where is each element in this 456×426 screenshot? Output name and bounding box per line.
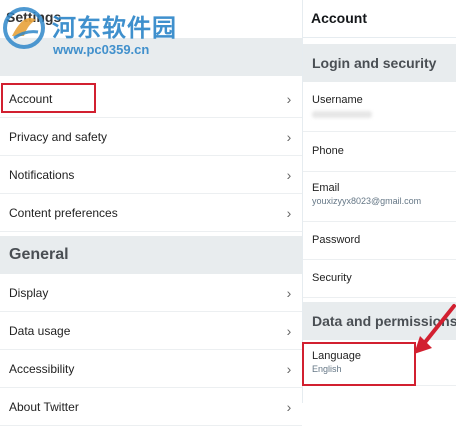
account-panel: Account Login and security Username Phon…: [302, 0, 456, 403]
settings-title: Settings: [6, 9, 62, 25]
section-header-login-security: Login and security: [303, 44, 456, 82]
section-header-general: General: [0, 236, 302, 274]
account-item-username[interactable]: Username: [303, 88, 456, 132]
settings-item-label: Notifications: [9, 167, 75, 182]
username-value-blurred: [312, 111, 372, 118]
chevron-right-icon: ›: [286, 166, 292, 183]
item-label: Email: [312, 182, 340, 194]
settings-item-data-usage[interactable]: Data usage ›: [0, 312, 302, 350]
settings-item-display[interactable]: Display ›: [0, 274, 302, 312]
settings-item-label: Content preferences: [9, 205, 118, 220]
account-item-security[interactable]: Security: [303, 260, 456, 298]
account-item-email[interactable]: Email youxizyyx8023@gmail.com: [303, 172, 456, 222]
settings-item-about[interactable]: About Twitter ›: [0, 388, 302, 426]
chevron-right-icon: ›: [286, 322, 292, 339]
settings-item-label: Accessibility: [9, 361, 75, 376]
account-header: Account: [303, 0, 456, 38]
account-item-phone[interactable]: Phone: [303, 132, 456, 172]
chevron-right-icon: ›: [286, 90, 292, 107]
account-item-language[interactable]: Language English: [303, 344, 456, 386]
email-value: youxizyyx8023@gmail.com: [312, 196, 422, 206]
chevron-right-icon: ›: [286, 204, 292, 221]
item-label: Password: [312, 234, 361, 246]
chevron-right-icon: ›: [286, 128, 292, 145]
chevron-right-icon: ›: [286, 284, 292, 301]
account-title: Account: [311, 10, 367, 26]
settings-item-account[interactable]: Account ›: [0, 80, 302, 118]
account-item-password[interactable]: Password: [303, 222, 456, 260]
chevron-right-icon: ›: [286, 398, 292, 415]
section-header-data-permissions: Data and permissions: [303, 302, 456, 340]
item-label: Language: [312, 350, 361, 362]
chevron-right-icon: ›: [286, 360, 292, 377]
settings-item-privacy[interactable]: Privacy and safety ›: [0, 118, 302, 156]
settings-header: Settings: [0, 0, 302, 38]
settings-item-accessibility[interactable]: Accessibility ›: [0, 350, 302, 388]
item-label: Username: [312, 94, 363, 106]
settings-item-content-preferences[interactable]: Content preferences ›: [0, 194, 302, 232]
settings-item-label: Privacy and safety: [9, 129, 108, 144]
section-header-blank: [0, 38, 302, 76]
language-value: English: [312, 364, 342, 374]
settings-item-label: Account: [9, 91, 53, 106]
settings-sidebar: Settings Account › Privacy and safety › …: [0, 0, 302, 426]
settings-item-label: About Twitter: [9, 399, 79, 414]
item-label: Security: [312, 272, 352, 284]
settings-item-notifications[interactable]: Notifications ›: [0, 156, 302, 194]
settings-item-label: Display: [9, 285, 49, 300]
settings-item-label: Data usage: [9, 323, 71, 338]
item-label: Phone: [312, 145, 344, 157]
